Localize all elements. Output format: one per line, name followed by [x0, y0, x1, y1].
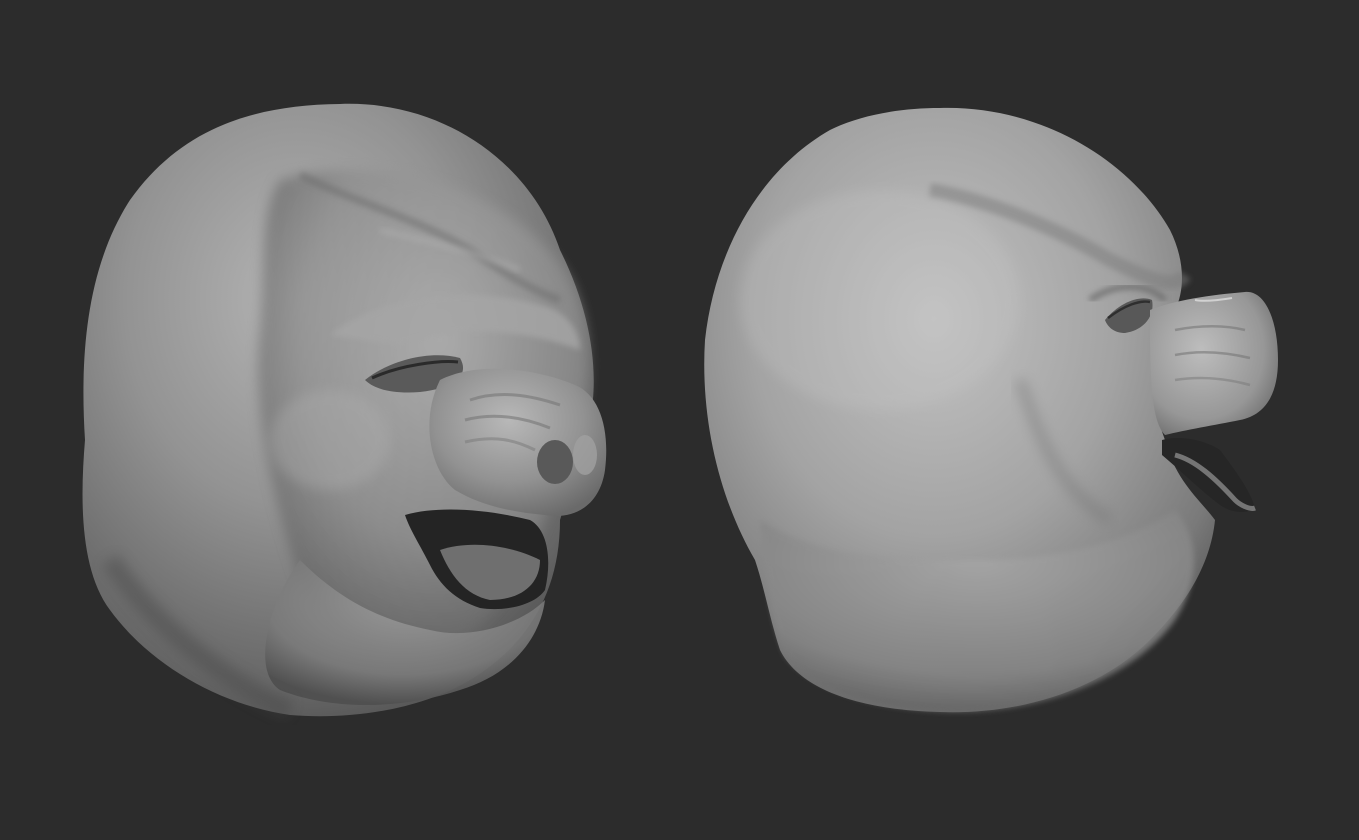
pig-head-sculpt-three-quarter[interactable] [82, 103, 607, 720]
pig-head-sculpt-profile[interactable] [704, 107, 1278, 713]
viewport-canvas[interactable] [0, 0, 1359, 840]
sculpt-viewport[interactable] [0, 0, 1359, 840]
head1-nostril [537, 440, 573, 484]
head2-snout [1150, 291, 1278, 435]
